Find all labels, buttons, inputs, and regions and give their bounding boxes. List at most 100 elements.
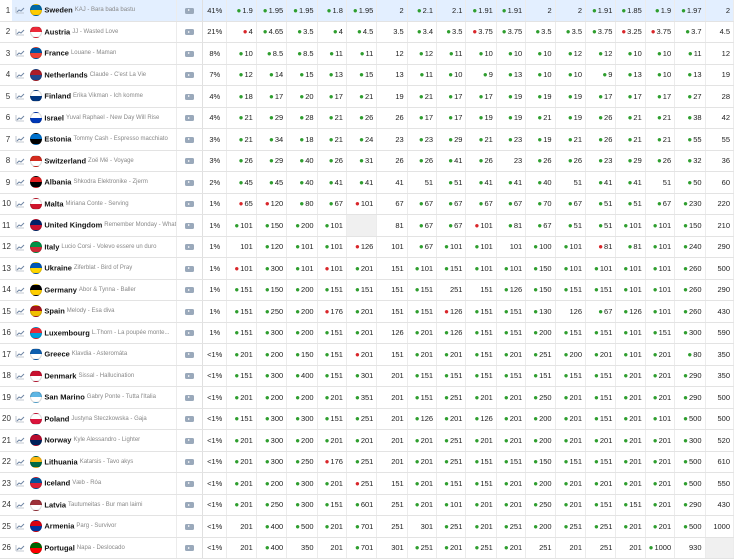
- table-row[interactable]: 16 Luxembourg L.Thorn - La poupée monte...…: [0, 322, 734, 344]
- country-cell[interactable]: Ukraine Ziferblat - Bird of Pray: [28, 257, 177, 280]
- video-cell[interactable]: [176, 386, 204, 409]
- odds-cell[interactable]: ●126: [496, 279, 527, 301]
- odds-cell[interactable]: ●151: [407, 279, 438, 301]
- trend-chart-icon[interactable]: [15, 49, 25, 57]
- odds-cell[interactable]: ●201: [615, 408, 646, 430]
- odds-cell[interactable]: ●201: [496, 537, 527, 559]
- odds-cell[interactable]: ●201: [226, 494, 257, 516]
- odds-cell[interactable]: 520: [705, 429, 734, 452]
- odds-cell[interactable]: ●400: [286, 365, 318, 387]
- country-cell[interactable]: San Marino Gabry Ponte - Tutta l'Italia: [28, 386, 177, 409]
- odds-cell[interactable]: ●51: [555, 214, 587, 237]
- odds-cell[interactable]: ●26: [465, 150, 497, 172]
- video-play-icon[interactable]: [184, 437, 194, 444]
- odds-cell[interactable]: ●1.97: [674, 0, 706, 22]
- odds-cell[interactable]: 42: [705, 107, 734, 129]
- trend-cell[interactable]: [12, 408, 29, 430]
- odds-cell[interactable]: ●200: [286, 429, 318, 452]
- odds-cell[interactable]: ●201: [645, 365, 676, 387]
- table-row[interactable]: 21 Norway Kyle Alessandro - Lighter <1% ●201…: [0, 429, 734, 452]
- odds-cell[interactable]: ●1.91: [496, 0, 527, 22]
- odds-cell[interactable]: ●67: [645, 193, 676, 215]
- odds-cell[interactable]: ●11: [436, 42, 467, 65]
- odds-cell[interactable]: ●201: [555, 429, 587, 452]
- odds-cell[interactable]: ●150: [286, 343, 318, 366]
- odds-cell[interactable]: ●101: [465, 257, 497, 280]
- odds-cell[interactable]: ●251: [346, 451, 378, 473]
- trend-cell[interactable]: [12, 343, 29, 366]
- odds-cell[interactable]: ●300: [286, 494, 318, 516]
- odds-cell[interactable]: ●260: [674, 257, 706, 280]
- odds-cell[interactable]: ●12: [555, 42, 587, 65]
- trend-cell[interactable]: [12, 322, 29, 344]
- video-cell[interactable]: [176, 85, 204, 108]
- odds-cell[interactable]: ●151: [226, 279, 257, 301]
- odds-cell[interactable]: ●201: [436, 343, 467, 366]
- video-play-icon[interactable]: [184, 50, 194, 57]
- country-cell[interactable]: Sweden KAJ - Bara bada bastu: [28, 0, 177, 22]
- odds-cell[interactable]: ●200: [525, 408, 556, 430]
- odds-cell[interactable]: ●301: [346, 365, 378, 387]
- odds-cell[interactable]: ●3.5: [436, 21, 467, 43]
- trend-chart-icon[interactable]: [15, 307, 25, 315]
- table-row[interactable]: 26 Portugal Napa - Deslocado <1% 201 ●400 350 2…: [0, 537, 734, 559]
- odds-cell[interactable]: ●3.75: [465, 21, 497, 43]
- odds-cell[interactable]: ●40: [525, 171, 556, 194]
- odds-cell[interactable]: ●19: [525, 128, 556, 151]
- country-cell[interactable]: Israel Yuval Raphael - New Day Will Rise: [28, 107, 177, 129]
- odds-cell[interactable]: ●81: [496, 214, 527, 237]
- odds-cell[interactable]: ●251: [346, 408, 378, 430]
- odds-cell[interactable]: ●26: [525, 150, 556, 172]
- odds-cell[interactable]: ●1.95: [286, 0, 318, 22]
- odds-cell[interactable]: ●17: [465, 85, 497, 108]
- odds-cell[interactable]: ●101: [645, 279, 676, 301]
- trend-chart-icon[interactable]: [15, 544, 25, 552]
- odds-cell[interactable]: ●1.95: [346, 0, 378, 22]
- country-cell[interactable]: Finland Erika Vikman - Ich komme: [28, 85, 177, 108]
- odds-cell[interactable]: ●151: [226, 300, 257, 323]
- odds-cell[interactable]: ●260: [674, 279, 706, 301]
- odds-cell[interactable]: ●26: [585, 107, 617, 129]
- odds-cell[interactable]: ●201: [615, 386, 646, 409]
- odds-cell[interactable]: 151: [376, 472, 408, 495]
- odds-cell[interactable]: 126: [376, 322, 408, 344]
- odds-cell[interactable]: 301: [407, 515, 438, 538]
- trend-chart-icon[interactable]: [15, 329, 25, 337]
- odds-cell[interactable]: 251: [525, 537, 556, 559]
- odds-cell[interactable]: ●201: [496, 472, 527, 495]
- country-cell[interactable]: Iceland Væb - Róa: [28, 472, 177, 495]
- odds-cell[interactable]: ●17: [436, 107, 467, 129]
- odds-cell[interactable]: ●17: [645, 85, 676, 108]
- odds-cell[interactable]: ●67: [465, 193, 497, 215]
- odds-cell[interactable]: 2: [555, 0, 587, 22]
- odds-cell[interactable]: ●150: [525, 451, 556, 473]
- odds-cell[interactable]: 1000: [705, 515, 734, 538]
- odds-cell[interactable]: ●300: [674, 429, 706, 452]
- trend-cell[interactable]: [12, 150, 29, 172]
- odds-cell[interactable]: ●4.65: [256, 21, 288, 43]
- odds-cell[interactable]: ●201: [645, 494, 676, 516]
- odds-cell[interactable]: ●201: [555, 386, 587, 409]
- odds-cell[interactable]: ●201: [346, 343, 378, 366]
- odds-cell[interactable]: ●151: [407, 365, 438, 387]
- odds-cell[interactable]: ●201: [645, 429, 676, 452]
- odds-cell[interactable]: ●17: [436, 85, 467, 108]
- video-cell[interactable]: [176, 257, 204, 280]
- odds-cell[interactable]: ●41: [346, 171, 378, 194]
- odds-cell[interactable]: ●1.85: [615, 0, 646, 22]
- table-row[interactable]: 5 Finland Erika Vikman - Ich komme 4% ●18 ●17…: [0, 85, 734, 108]
- odds-cell[interactable]: ●201: [585, 472, 617, 495]
- odds-cell[interactable]: ●101: [585, 257, 617, 280]
- odds-cell[interactable]: 201: [226, 537, 257, 559]
- table-row[interactable]: 3 France Louane - Maman 8% ●10 ●8.5 ●8.5 ●11 ●11…: [0, 42, 734, 65]
- odds-cell[interactable]: ●201: [615, 429, 646, 452]
- odds-cell[interactable]: ●2.1: [407, 0, 438, 22]
- odds-cell[interactable]: ●201: [407, 472, 438, 495]
- trend-cell[interactable]: [12, 214, 29, 237]
- odds-cell[interactable]: ●150: [674, 214, 706, 237]
- odds-cell[interactable]: ●300: [256, 365, 288, 387]
- odds-cell[interactable]: ●40: [286, 150, 318, 172]
- odds-cell[interactable]: 55: [705, 128, 734, 151]
- odds-cell[interactable]: ●21: [465, 128, 497, 151]
- odds-cell[interactable]: ●101: [645, 300, 676, 323]
